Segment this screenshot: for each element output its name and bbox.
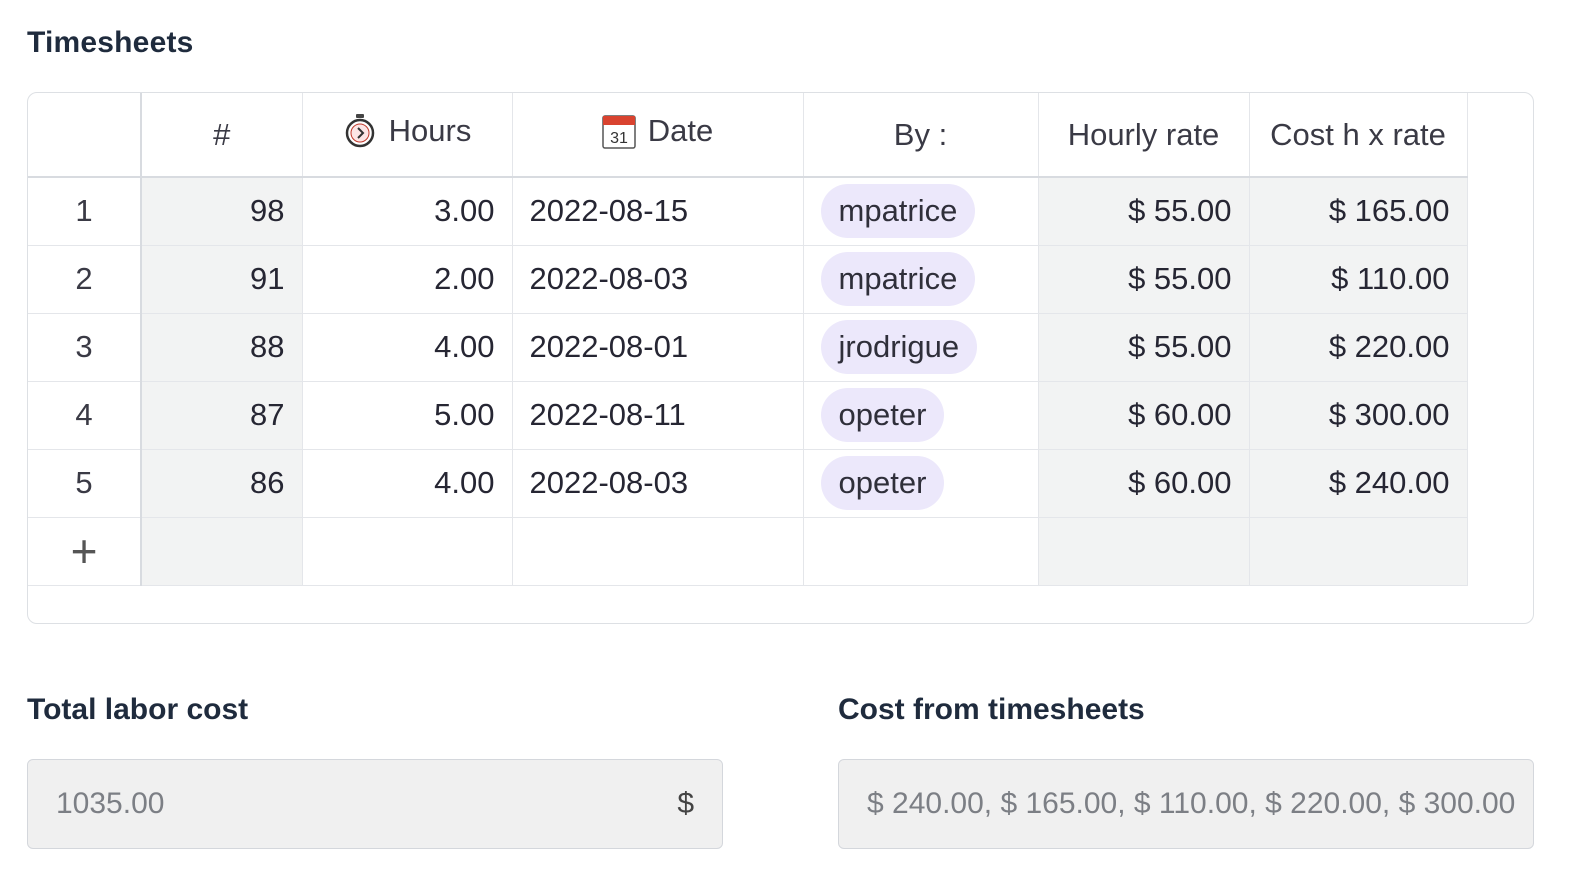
empty-cell[interactable]	[1249, 517, 1468, 586]
column-header-cost-label: Cost h x rate	[1270, 116, 1446, 152]
cell-cost[interactable]: $ 240.00	[1249, 449, 1468, 518]
cost-from-timesheets-label: Cost from timesheets	[838, 693, 1145, 726]
plus-icon: +	[70, 524, 98, 577]
empty-cell[interactable]	[141, 517, 303, 586]
table-row[interactable]: 3 88 4.00 2022-08-01 jrodrigue $ 55.00 $…	[28, 313, 1468, 382]
cell-num[interactable]: 88	[141, 313, 303, 382]
column-header-by[interactable]: By :	[803, 93, 1039, 178]
calendar-icon: 31	[602, 114, 636, 149]
cell-by[interactable]: opeter	[803, 449, 1039, 518]
cell-by[interactable]: mpatrice	[803, 177, 1039, 246]
currency-suffix: $	[677, 787, 694, 820]
total-labor-cost-value: 1035.00	[56, 787, 165, 820]
cost-from-timesheets-value: $ 240.00, $ 165.00, $ 110.00, $ 220.00, …	[867, 787, 1516, 820]
cell-hourly-rate[interactable]: $ 55.00	[1038, 245, 1250, 314]
table-row[interactable]: 4 87 5.00 2022-08-11 opeter $ 60.00 $ 30…	[28, 381, 1468, 450]
user-chip: jrodrigue	[820, 320, 978, 374]
cell-hours[interactable]: 4.00	[302, 313, 513, 382]
cell-num[interactable]: 91	[141, 245, 303, 314]
cell-cost[interactable]: $ 300.00	[1249, 381, 1468, 450]
timesheets-grid: # Hours 31 Date By: Hourly rate Cost h …	[27, 92, 1534, 624]
user-chip: mpatrice	[820, 252, 976, 306]
cell-hourly-rate[interactable]: $ 60.00	[1038, 449, 1250, 518]
row-number: 1	[28, 177, 142, 246]
cell-by[interactable]: jrodrigue	[803, 313, 1039, 382]
cell-by[interactable]: mpatrice	[803, 245, 1039, 314]
add-row[interactable]: +	[28, 517, 1468, 586]
cell-hours[interactable]: 2.00	[302, 245, 513, 314]
total-labor-cost-label: Total labor cost	[27, 693, 249, 726]
column-header-hourly-rate[interactable]: Hourly rate	[1038, 93, 1250, 178]
row-number-header	[28, 93, 142, 178]
user-chip: opeter	[820, 388, 945, 442]
cell-cost[interactable]: $ 220.00	[1249, 313, 1468, 382]
column-header-num-label: #	[213, 116, 231, 152]
user-chip: opeter	[820, 456, 945, 510]
row-number: 3	[28, 313, 142, 382]
empty-cell[interactable]	[803, 517, 1039, 586]
timesheets-table: # Hours 31 Date By: Hourly rate Cost h …	[28, 93, 1468, 586]
cell-hourly-rate[interactable]: $ 55.00	[1038, 177, 1250, 246]
column-header-cost[interactable]: Cost h x rate	[1249, 93, 1468, 178]
table-row[interactable]: 1 98 3.00 2022-08-15 mpatrice $ 55.00 $ …	[28, 177, 1468, 246]
empty-cell[interactable]	[302, 517, 513, 586]
row-number: 5	[28, 449, 142, 518]
row-number: 4	[28, 381, 142, 450]
table-row[interactable]: 2 91 2.00 2022-08-03 mpatrice $ 55.00 $ …	[28, 245, 1468, 314]
column-header-by-label: By :	[893, 116, 948, 152]
cell-num[interactable]: 86	[141, 449, 303, 518]
cell-date[interactable]: 2022-08-03	[512, 449, 804, 518]
cell-hours[interactable]: 3.00	[302, 177, 513, 246]
cell-num[interactable]: 98	[141, 177, 303, 246]
column-header-hourly-rate-label: Hourly rate	[1067, 116, 1220, 152]
cell-cost[interactable]: $ 110.00	[1249, 245, 1468, 314]
cell-date[interactable]: 2022-08-03	[512, 245, 804, 314]
column-header-date-label: Date	[647, 112, 714, 148]
empty-cell[interactable]	[512, 517, 804, 586]
column-header-date[interactable]: 31 Date	[512, 93, 804, 178]
cell-hours[interactable]: 4.00	[302, 449, 513, 518]
cell-date[interactable]: 2022-08-11	[512, 381, 804, 450]
row-number: 2	[28, 245, 142, 314]
cell-date[interactable]: 2022-08-01	[512, 313, 804, 382]
empty-cell[interactable]	[1038, 517, 1250, 586]
user-chip: mpatrice	[820, 184, 976, 239]
cell-cost[interactable]: $ 165.00	[1249, 177, 1468, 246]
cell-hourly-rate[interactable]: $ 55.00	[1038, 313, 1250, 382]
column-header-hours[interactable]: Hours	[302, 93, 513, 178]
cell-hourly-rate[interactable]: $ 60.00	[1038, 381, 1250, 450]
column-header-num[interactable]: #	[141, 93, 303, 178]
cell-date[interactable]: 2022-08-15	[512, 177, 804, 246]
cost-from-timesheets-field[interactable]: $ 240.00, $ 165.00, $ 110.00, $ 220.00, …	[838, 759, 1534, 849]
total-labor-cost-field[interactable]: 1035.00 $	[27, 759, 723, 849]
table-row[interactable]: 5 86 4.00 2022-08-03 opeter $ 60.00 $ 24…	[28, 449, 1468, 518]
svg-text:31: 31	[610, 130, 628, 147]
timesheets-title: Timesheets	[27, 26, 194, 59]
cell-num[interactable]: 87	[141, 381, 303, 450]
cell-by[interactable]: opeter	[803, 381, 1039, 450]
header-row: # Hours 31 Date By: Hourly rate Cost h …	[28, 93, 1468, 178]
column-header-hours-label: Hours	[388, 112, 472, 148]
cell-hours[interactable]: 5.00	[302, 381, 513, 450]
add-row-button[interactable]: +	[28, 517, 142, 586]
stopwatch-icon	[345, 113, 374, 147]
